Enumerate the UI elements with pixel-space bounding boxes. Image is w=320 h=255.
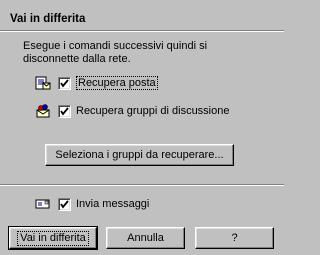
recupera-posta-checkbox[interactable] <box>58 76 71 90</box>
dialog-title: Vai in differita <box>10 13 86 25</box>
cancel-button[interactable]: Annulla <box>106 227 185 249</box>
recupera-posta-label: Recupera posta <box>76 76 158 90</box>
select-groups-button-label: Seleziona i gruppi da recuperare... <box>55 149 224 161</box>
recupera-gruppi-checkbox[interactable] <box>58 104 71 118</box>
newsgroup-icon <box>34 104 52 118</box>
vai-in-differita-button[interactable]: Vai in differita <box>8 226 98 250</box>
header-separator <box>0 30 284 32</box>
footer-separator <box>0 184 284 186</box>
cancel-button-label: Annulla <box>127 232 164 244</box>
option-recupera-posta[interactable]: Recupera posta <box>34 76 158 90</box>
envelope-icon <box>34 197 52 211</box>
help-button[interactable]: ? <box>195 227 274 249</box>
option-recupera-gruppi[interactable]: Recupera gruppi di discussione <box>34 104 229 118</box>
invia-messaggi-label: Invia messaggi <box>76 198 150 210</box>
invia-messaggi-checkbox[interactable] <box>58 197 71 211</box>
option-invia-messaggi[interactable]: Invia messaggi <box>34 197 149 211</box>
vai-in-differita-button-label: Vai in differita <box>17 231 89 246</box>
select-groups-button[interactable]: Seleziona i gruppi da recuperare... <box>45 144 234 166</box>
dialog-description: Esegue i comandi successivi quindi si di… <box>23 40 208 65</box>
document-mail-icon <box>34 76 52 90</box>
recupera-gruppi-label: Recupera gruppi di discussione <box>76 105 230 117</box>
help-button-label: ? <box>231 232 238 244</box>
